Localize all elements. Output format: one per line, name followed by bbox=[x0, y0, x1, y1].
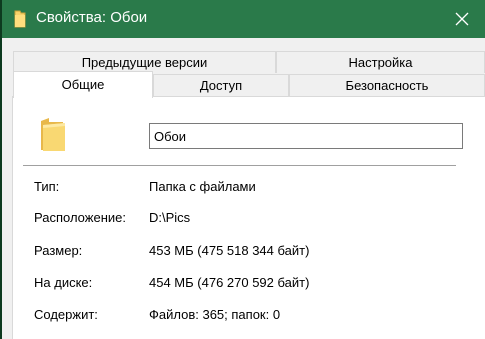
tab-general[interactable]: Общие bbox=[13, 71, 153, 98]
tab-previous-versions[interactable]: Предыдущие версии bbox=[13, 51, 276, 73]
size-on-disk-label: На диске: bbox=[34, 275, 93, 290]
general-panel: Тип: Папка с файлами Расположение: D:\Pi… bbox=[12, 96, 485, 339]
type-label: Тип: bbox=[34, 179, 60, 194]
close-button[interactable] bbox=[439, 0, 485, 38]
location-label: Расположение: bbox=[34, 210, 126, 225]
size-value: 453 МБ (475 518 344 байт) bbox=[149, 243, 310, 258]
location-value: D:\Pics bbox=[149, 210, 191, 225]
contains-value: Файлов: 365; папок: 0 bbox=[149, 307, 281, 322]
folder-name-input[interactable] bbox=[149, 123, 463, 149]
size-label: Размер: bbox=[34, 243, 83, 258]
title-bar[interactable]: Свойства: Обои bbox=[0, 0, 485, 38]
tab-customize[interactable]: Настройка bbox=[276, 51, 485, 73]
window-title: Свойства: Обои bbox=[36, 9, 148, 26]
folder-icon bbox=[14, 10, 26, 28]
type-value: Папка с файлами bbox=[149, 179, 256, 194]
tab-sharing[interactable]: Доступ bbox=[153, 74, 289, 96]
tab-security[interactable]: Безопасность bbox=[289, 74, 485, 96]
folder-icon bbox=[41, 118, 65, 151]
contains-label: Содержит: bbox=[34, 307, 98, 322]
dialog-body: Предыдущие версии Настройка Общие Доступ… bbox=[2, 38, 485, 339]
separator bbox=[23, 165, 456, 166]
close-icon bbox=[455, 12, 469, 26]
size-on-disk-value: 454 МБ (476 270 592 байт) bbox=[149, 275, 310, 290]
properties-window: Свойства: Обои Предыдущие версии Настрой… bbox=[0, 0, 485, 339]
